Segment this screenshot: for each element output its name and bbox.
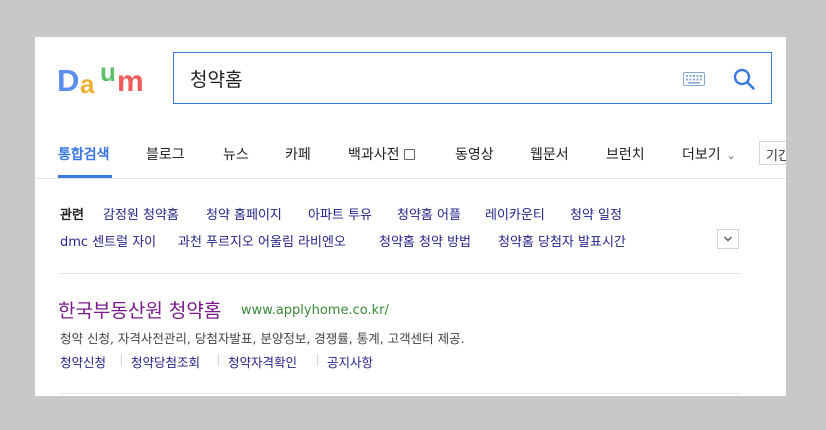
sublink-divider <box>317 354 318 366</box>
search-icon[interactable] <box>732 67 756 91</box>
chevron-down-icon: ⌄ <box>726 149 736 162</box>
chevron-down-icon <box>724 236 732 242</box>
sublink-divider <box>218 354 219 366</box>
related-search-item[interactable]: 레이카운티 <box>485 204 545 223</box>
tab-integrated[interactable]: 통합검색 <box>58 144 110 164</box>
sublink-divider <box>121 354 122 366</box>
logo-letter-m: m <box>117 65 144 98</box>
tab-label: 웹문서 <box>530 147 569 163</box>
tab-label: 블로그 <box>146 147 185 163</box>
result-sublink[interactable]: 청약신청 <box>60 352 106 371</box>
related-search-item[interactable]: 청약홈 청약 방법 <box>379 231 471 250</box>
section-divider <box>60 273 740 274</box>
result-description: 청약 신청, 자격사전관리, 당첨자발표, 분양정보, 경쟁률, 통계, 고객센… <box>60 331 465 346</box>
search-tabs: 통합검색 블로그 뉴스 카페 백과사전 동영상 웹문서 브런치 더보기 ⌄ <box>35 129 786 179</box>
related-search-item[interactable]: 청약 홈페이지 <box>206 204 282 223</box>
tab-video[interactable]: 동영상 <box>455 144 494 164</box>
tab-label: 브런치 <box>606 147 645 163</box>
tab-label: 백과사전 <box>348 147 400 163</box>
tab-news[interactable]: 뉴스 <box>223 144 249 164</box>
related-search-item[interactable]: 청약 일정 <box>570 204 622 223</box>
search-results-page: D a u m 통합검색 <box>35 37 786 396</box>
tab-brunch[interactable]: 브런치 <box>606 144 645 164</box>
search-box <box>173 52 772 104</box>
result-title-link[interactable]: 한국부동산원 청약홈 <box>58 296 221 323</box>
result-sublink[interactable]: 청약당첨조회 <box>131 352 200 371</box>
tab-more[interactable]: 더보기 ⌄ <box>682 144 736 164</box>
active-tab-indicator <box>58 175 112 178</box>
tab-encyclopedia[interactable]: 백과사전 <box>348 144 415 164</box>
tab-label: 동영상 <box>455 147 494 163</box>
tab-blog[interactable]: 블로그 <box>146 144 185 164</box>
related-search-item[interactable]: 감정원 청약홈 <box>103 204 179 223</box>
tab-label: 카페 <box>285 147 311 163</box>
tab-label: 더보기 <box>682 147 721 163</box>
related-search-item[interactable]: 청약홈 당첨자 발표시간 <box>498 231 626 250</box>
logo-letter-u: u <box>100 57 116 87</box>
related-search-item[interactable]: 과천 푸르지오 어울림 라비엔오 <box>178 231 346 250</box>
related-expand-button[interactable] <box>717 229 739 249</box>
popup-box-icon <box>403 149 415 160</box>
keyboard-icon[interactable] <box>683 72 705 86</box>
tab-label: 뉴스 <box>223 147 249 163</box>
tab-web-docs[interactable]: 웹문서 <box>530 144 569 164</box>
result-sublink[interactable]: 공지사항 <box>327 352 373 371</box>
logo-letter-a: a <box>80 69 95 99</box>
search-input[interactable] <box>190 65 670 91</box>
result-sublink[interactable]: 청약자격확인 <box>228 352 297 371</box>
daum-logo[interactable]: D a u m <box>57 57 153 99</box>
section-divider <box>60 393 740 394</box>
logo-letter-d: D <box>57 63 80 98</box>
tab-label: 통합검색 <box>58 147 110 163</box>
related-search-item[interactable]: dmc 센트럴 자이 <box>60 231 156 250</box>
tab-cafe[interactable]: 카페 <box>285 144 311 164</box>
related-label: 관련 <box>60 208 84 223</box>
related-search-item[interactable]: 청약홈 어플 <box>397 204 461 223</box>
result-url-link[interactable]: www.applyhome.co.kr/ <box>241 303 389 318</box>
related-search-item[interactable]: 아파트 투유 <box>308 204 372 223</box>
period-filter-input[interactable]: 기간 <box>759 141 786 165</box>
